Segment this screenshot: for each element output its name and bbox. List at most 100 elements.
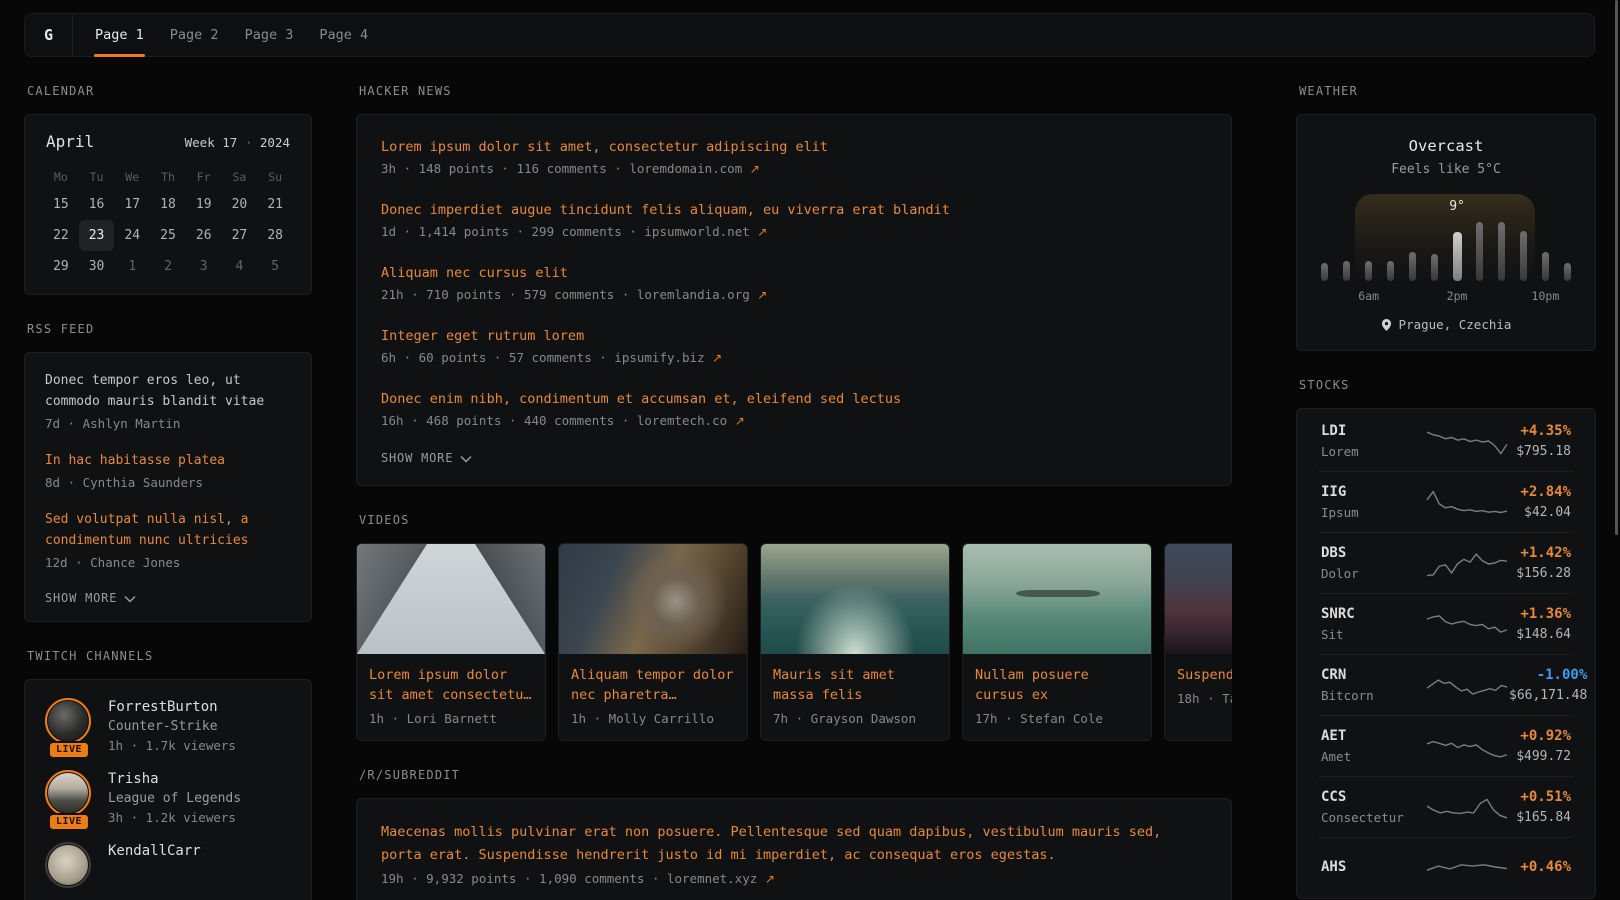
weather-hour-bar[interactable]: [1542, 252, 1549, 281]
calendar-day[interactable]: 17: [114, 189, 150, 220]
video-title[interactable]: Suspendisse diam: [1165, 654, 1232, 685]
hackernews-item-title[interactable]: Aliquam nec cursus elit: [381, 263, 568, 283]
calendar-day[interactable]: 18: [150, 189, 186, 220]
weather-hour-bar[interactable]: [1498, 222, 1505, 281]
calendar-day[interactable]: 29: [43, 251, 79, 282]
stock-row[interactable]: AETAmet+0.92%$499.72: [1319, 715, 1573, 776]
calendar-day[interactable]: 2: [150, 251, 186, 282]
calendar-day[interactable]: 16: [79, 189, 115, 220]
stock-row[interactable]: AHS+0.46%: [1319, 837, 1573, 896]
twitch-avatar-wrap: LIVE: [45, 698, 93, 753]
video-thumbnail[interactable]: [357, 544, 545, 654]
stock-sparkline: [1425, 729, 1509, 763]
tab-page-3[interactable]: Page 3: [244, 14, 295, 56]
weather-hour-bar[interactable]: [1387, 261, 1394, 281]
stock-symbol: IIG: [1321, 484, 1425, 500]
hackernews-item-meta: 21h · 710 points · 579 comments · loreml…: [381, 287, 1207, 302]
tab-page-1[interactable]: Page 1: [94, 14, 145, 56]
calendar-day[interactable]: 27: [222, 220, 258, 251]
scrollbar[interactable]: [1615, 0, 1618, 535]
calendar-day[interactable]: 15: [43, 189, 79, 220]
hackernews-item: Lorem ipsum dolor sit amet, consectetur …: [381, 136, 1207, 176]
external-link-icon[interactable]: ↗: [757, 225, 767, 239]
calendar-day-selected[interactable]: 23: [79, 220, 115, 251]
calendar-day[interactable]: 25: [150, 220, 186, 251]
twitch-channel-name[interactable]: ForrestBurton: [108, 699, 236, 715]
calendar-day[interactable]: 5: [257, 251, 293, 282]
calendar-day[interactable]: 19: [186, 189, 222, 220]
calendar-day[interactable]: 26: [186, 220, 222, 251]
rss-item-title[interactable]: Donec tempor eros leo, ut commodo mauris…: [45, 370, 291, 412]
weather-hourly-chart: 9°6am2pm10pm: [1321, 193, 1571, 303]
external-link-icon[interactable]: ↗: [750, 162, 760, 176]
subreddit-widget: Maecenas mollis pulvinar erat non posuer…: [356, 798, 1232, 900]
video-title[interactable]: Lorem ipsum dolor sit amet consectetu…: [357, 654, 545, 705]
twitch-channel-meta: 1h · 1.7k viewers: [108, 738, 236, 753]
twitch-channel-row[interactable]: LIVETrishaLeague of Legends3h · 1.2k vie…: [45, 770, 291, 825]
calendar-day[interactable]: 22: [43, 220, 79, 251]
twitch-channel-name[interactable]: KendallCarr: [108, 843, 201, 859]
hackernews-show-more-button[interactable]: SHOW MORE: [381, 451, 1207, 465]
calendar-day[interactable]: 1: [114, 251, 150, 282]
weather-hour-bar[interactable]: [1321, 263, 1328, 281]
calendar-day[interactable]: 21: [257, 189, 293, 220]
weather-hour-bar[interactable]: [1431, 254, 1438, 281]
stock-info: DBSDolor: [1321, 545, 1425, 581]
external-link-icon[interactable]: ↗: [735, 414, 745, 428]
hackernews-item-title[interactable]: Integer eget rutrum lorem: [381, 326, 584, 346]
stock-row[interactable]: CCSConsectetur+0.51%$165.84: [1319, 776, 1573, 837]
video-thumbnail[interactable]: [963, 544, 1151, 654]
weather-hour-bar[interactable]: [1520, 231, 1527, 281]
calendar-day[interactable]: 28: [257, 220, 293, 251]
weather-hour-bar[interactable]: [1453, 232, 1462, 281]
calendar-day[interactable]: 30: [79, 251, 115, 282]
weather-feels-like: Feels like 5°C: [1321, 162, 1571, 177]
stock-values: +0.46%: [1509, 859, 1571, 875]
stock-row[interactable]: DBSDolor+1.42%$156.28: [1319, 532, 1573, 593]
external-link-icon[interactable]: ↗: [712, 351, 722, 365]
weather-hour-bar[interactable]: [1365, 261, 1372, 281]
separator-dot: ·: [237, 135, 260, 150]
video-thumbnail[interactable]: [761, 544, 949, 654]
stock-row[interactable]: SNRCSit+1.36%$148.64: [1319, 593, 1573, 654]
stock-row[interactable]: LDILorem+4.35%$795.18: [1319, 411, 1573, 471]
external-link-icon[interactable]: ↗: [765, 872, 775, 886]
video-thumbnail[interactable]: [559, 544, 747, 654]
twitch-channel-row[interactable]: KendallCarr: [45, 842, 291, 888]
rss-item-title[interactable]: In hac habitasse platea: [45, 450, 291, 471]
subreddit-post-title[interactable]: Maecenas mollis pulvinar erat non posuer…: [381, 821, 1207, 867]
hackernews-item-title[interactable]: Donec imperdiet augue tincidunt felis al…: [381, 200, 950, 220]
video-title[interactable]: Mauris sit amet massa felis: [761, 654, 949, 705]
stock-row[interactable]: IIGIpsum+2.84%$42.04: [1319, 471, 1573, 532]
video-title[interactable]: Aliquam tempor dolor nec pharetra…: [559, 654, 747, 705]
calendar-day[interactable]: 20: [222, 189, 258, 220]
calendar-day[interactable]: 4: [222, 251, 258, 282]
tab-page-2[interactable]: Page 2: [169, 14, 220, 56]
rss-item-title[interactable]: Sed volutpat nulla nisl, a condimentum n…: [45, 509, 291, 551]
tab-page-4[interactable]: Page 4: [318, 14, 369, 56]
stock-price: $499.72: [1509, 749, 1571, 764]
rss-item-meta: 12d · Chance Jones: [45, 553, 291, 573]
weather-hour-bar[interactable]: [1343, 261, 1350, 281]
twitch-channel-row[interactable]: LIVEForrestBurtonCounter-Strike1h · 1.7k…: [45, 698, 291, 753]
video-title[interactable]: Nullam posuere cursus ex: [963, 654, 1151, 705]
external-link-icon[interactable]: ↗: [757, 288, 767, 302]
subreddit-section-label: /R/SUBREDDIT: [359, 768, 1232, 782]
weather-time-label: 2pm: [1447, 289, 1468, 303]
weather-hour-bar[interactable]: [1476, 222, 1483, 281]
app-logo[interactable]: G: [25, 14, 72, 56]
weather-hour-bar[interactable]: [1409, 252, 1416, 281]
stocks-widget: LDILorem+4.35%$795.18IIGIpsum+2.84%$42.0…: [1296, 408, 1596, 899]
weather-hour-bar[interactable]: [1564, 263, 1571, 281]
calendar-day[interactable]: 24: [114, 220, 150, 251]
video-thumbnail[interactable]: [1165, 544, 1232, 654]
rss-show-more-button[interactable]: SHOW MORE: [45, 591, 291, 605]
hackernews-section-label: HACKER NEWS: [359, 84, 1232, 98]
stock-row[interactable]: CRNBitcorn-1.00%$66,171.48: [1319, 654, 1573, 715]
hackernews-item-title[interactable]: Lorem ipsum dolor sit amet, consectetur …: [381, 137, 828, 157]
calendar-day[interactable]: 3: [186, 251, 222, 282]
twitch-avatar-wrap: LIVE: [45, 770, 93, 825]
hackernews-item-title[interactable]: Donec enim nibh, condimentum et accumsan…: [381, 389, 901, 409]
subreddit-posts: Maecenas mollis pulvinar erat non posuer…: [381, 821, 1207, 886]
twitch-channel-name[interactable]: Trisha: [108, 771, 241, 787]
